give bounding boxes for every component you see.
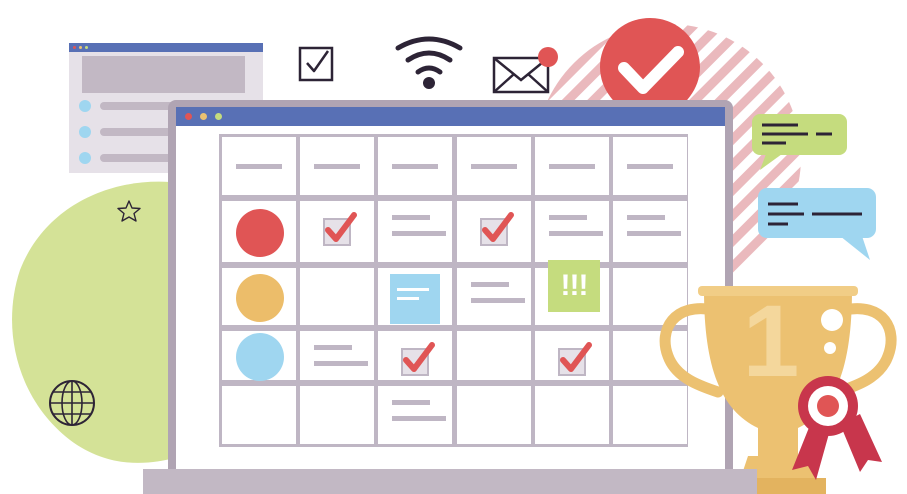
calendar-cell: [378, 386, 452, 444]
background-window-titlebar: [69, 43, 263, 52]
calendar-cell: [378, 268, 452, 325]
checked-box-icon: [401, 342, 435, 376]
placeholder-line: [627, 164, 673, 169]
placeholder-line: [471, 282, 509, 287]
alert-text: !!!: [560, 269, 589, 302]
sticky-note: [390, 274, 440, 324]
chat-bubble-blue-icon: [758, 188, 876, 260]
placeholder-line: [314, 164, 360, 169]
placeholder-line: [314, 345, 352, 350]
checkbox-icon: [298, 46, 334, 82]
sticky-note-line: [397, 288, 429, 291]
calendar-cell: [535, 201, 609, 262]
award-ribbon-icon: [792, 376, 882, 480]
calendar-cell: [613, 201, 687, 262]
calendar-row-label-cell: [222, 201, 296, 262]
calendar-grid: !!!: [219, 134, 688, 447]
alert-sticky-note: !!!: [548, 260, 600, 312]
laptop-keyboard-base: [143, 469, 757, 494]
calendar-cell: [457, 268, 531, 325]
star-outline-icon: [117, 200, 141, 222]
window-dot-green: [215, 113, 222, 120]
list-bullet: [79, 126, 91, 138]
window-dot: [79, 46, 82, 49]
placeholder-line: [314, 361, 368, 366]
placeholder-line: [236, 164, 282, 169]
calendar-cell: [378, 201, 452, 262]
window-dot-red: [185, 113, 192, 120]
calendar-header-col-4: [535, 137, 609, 195]
calendar-cell: [457, 201, 531, 262]
placeholder-line: [392, 231, 446, 236]
placeholder-line: [471, 298, 525, 303]
placeholder-line: [627, 215, 665, 220]
calendar-cell: [535, 386, 609, 444]
row-color-dot: [236, 208, 284, 257]
placeholder-line: [392, 164, 438, 169]
window-dot-yellow: [200, 113, 207, 120]
calendar-header-col-2: [378, 137, 452, 195]
placeholder-line: [549, 231, 603, 236]
calendar-cell: [300, 386, 374, 444]
row-color-dot: [236, 332, 284, 381]
placeholder-line: [392, 215, 430, 220]
placeholder-line: [392, 400, 430, 405]
calendar-row-label-cell: [222, 331, 296, 381]
calendar-cell: !!!: [535, 260, 609, 325]
sticky-note-line: [397, 297, 419, 300]
checked-box-icon: [558, 342, 592, 376]
calendar-cell: [300, 268, 374, 325]
calendar-row-label-cell: [222, 386, 296, 444]
calendar-header-col-1: [300, 137, 374, 195]
calendar-header-col-3: [457, 137, 531, 195]
checked-box-icon: [323, 212, 357, 246]
window-dot: [73, 46, 76, 49]
placeholder-line: [392, 416, 446, 421]
list-bullet: [79, 152, 91, 164]
checked-box-icon: [480, 212, 514, 246]
calendar-cell: [457, 386, 531, 444]
wifi-icon: [395, 36, 463, 89]
row-color-dot: [236, 273, 284, 322]
calendar-header-col-5: [613, 137, 687, 195]
calendar-header-col-0: [222, 137, 296, 195]
notification-dot: [538, 47, 558, 67]
chat-bubble-green-icon: [752, 114, 847, 170]
placeholder-line: [549, 164, 595, 169]
placeholder-line: [549, 215, 587, 220]
placeholder-line: [471, 164, 517, 169]
placeholder-line: [627, 231, 681, 236]
calendar-cell: [300, 331, 374, 380]
calendar-cell: [378, 331, 452, 380]
window-dot: [85, 46, 88, 49]
globe-icon: [49, 380, 95, 426]
banner-placeholder: [82, 56, 245, 93]
calendar-cell: [535, 331, 609, 380]
list-bullet: [79, 100, 91, 112]
calendar-row-label-cell: [222, 268, 296, 325]
calendar-cell: [457, 331, 531, 380]
calendar-cell: [300, 201, 374, 262]
laptop-titlebar: [176, 107, 725, 126]
